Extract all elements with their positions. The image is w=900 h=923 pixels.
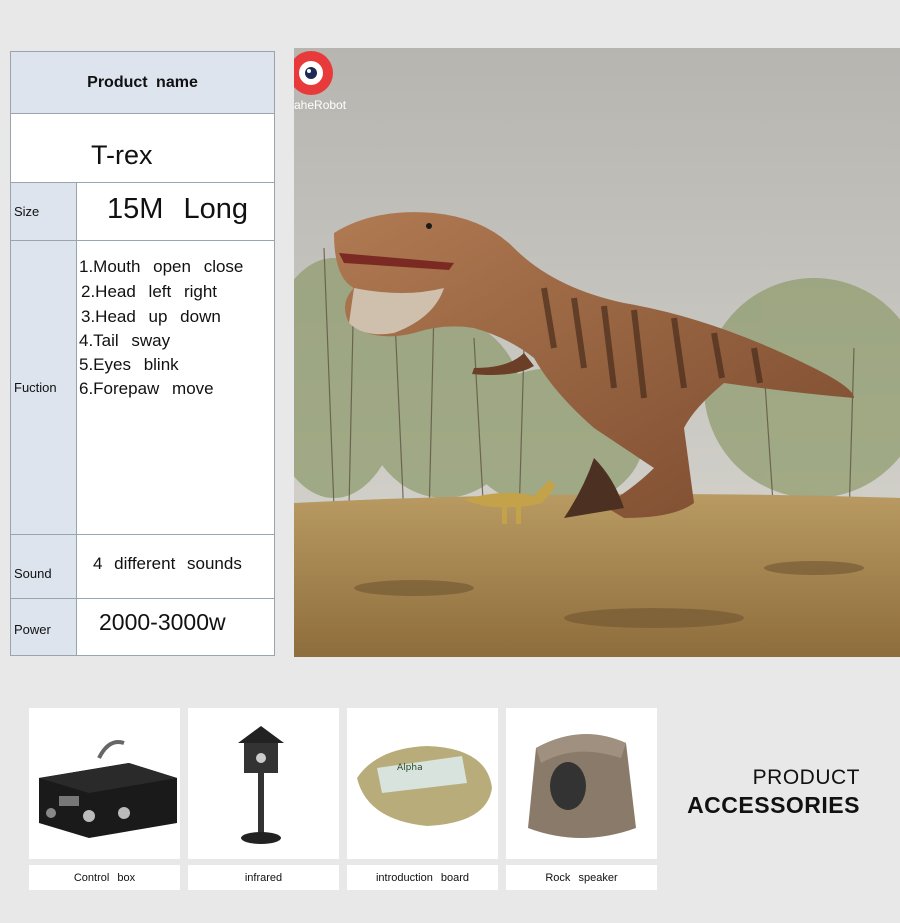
accessory-label: introduction board	[347, 865, 498, 890]
svg-text:Alpha: Alpha	[397, 763, 423, 773]
accessories-heading: PRODUCT ACCESSORIES	[660, 766, 860, 819]
trex-photo: aheRobot	[294, 48, 900, 657]
accessory-label: Rock speaker	[506, 865, 657, 890]
product-name-value: T-rex	[11, 114, 274, 183]
function-label: Fuction	[11, 241, 77, 535]
product-name-header: Product name	[11, 52, 274, 114]
power-label: Power	[11, 599, 77, 655]
accessory-rock-speaker: Rock speaker	[506, 708, 657, 890]
function-item: 5.Eyes blink	[79, 355, 179, 374]
function-item: 6.Forepaw move	[79, 379, 214, 398]
accessory-introduction-board: Alpha introduction board	[347, 708, 498, 890]
accessories-heading-line1: PRODUCT	[752, 766, 860, 789]
size-value: 15M Long	[77, 183, 274, 241]
function-value: 1.Mouth open close 2.Head left right 3.H…	[77, 241, 274, 535]
function-item: 1.Mouth open close	[79, 257, 244, 276]
sound-value: 4 different sounds	[77, 535, 274, 599]
function-item: 2.Head left right	[81, 282, 218, 301]
spec-table: Product name T-rex Size 15M Long Fuction…	[10, 51, 275, 656]
function-item: 3.Head up down	[81, 307, 221, 326]
control-box-icon	[29, 708, 180, 859]
sound-label: Sound	[11, 535, 77, 599]
accessory-infrared: infrared	[188, 708, 339, 890]
accessory-label: Control box	[29, 865, 180, 890]
rock-speaker-icon	[506, 708, 657, 859]
trex-scene-image	[294, 48, 900, 657]
brand-text: aheRobot	[294, 98, 347, 112]
infrared-sensor-icon	[188, 708, 339, 859]
function-list: 1.Mouth open close 2.Head left right 3.H…	[77, 241, 274, 401]
function-item: 4.Tail sway	[79, 331, 171, 350]
introduction-board-icon: Alpha	[347, 708, 498, 859]
accessory-control-box: Control box	[29, 708, 180, 890]
power-value: 2000-3000w	[77, 599, 274, 655]
size-label: Size	[11, 183, 77, 241]
accessories-heading-line2: ACCESSORIES	[687, 792, 860, 818]
accessory-label: infrared	[188, 865, 339, 890]
